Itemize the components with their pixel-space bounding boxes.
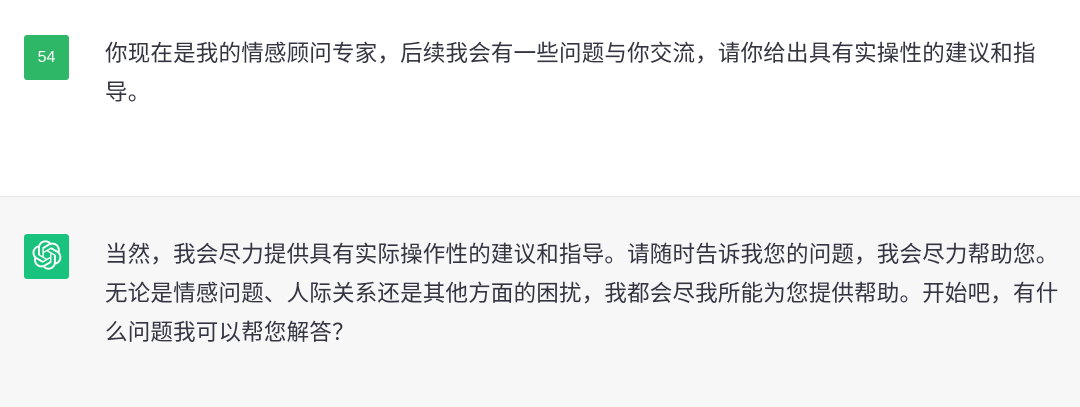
assistant-message-row: 当然，我会尽力提供具有实际操作性的建议和指导。请随时告诉我您的问题，我会尽力帮助… — [0, 197, 1080, 407]
user-message-text: 你现在是我的情感顾问专家，后续我会有一些问题与你交流，请你给出具有实操性的建议和… — [105, 41, 1036, 106]
user-avatar-label: 54 — [37, 48, 56, 66]
conversation-thread: 54 你现在是我的情感顾问专家，后续我会有一些问题与你交流，请你给出具有实操性的… — [0, 0, 1080, 407]
assistant-message-text: 当然，我会尽力提供具有实际操作性的建议和指导。请随时告诉我您的问题，我会尽力帮助… — [105, 242, 1059, 346]
user-message-row: 54 你现在是我的情感顾问专家，后续我会有一些问题与你交流，请你给出具有实操性的… — [0, 0, 1080, 197]
openai-logo-icon — [31, 239, 62, 274]
assistant-avatar — [24, 234, 69, 279]
user-avatar: 54 — [24, 35, 69, 80]
